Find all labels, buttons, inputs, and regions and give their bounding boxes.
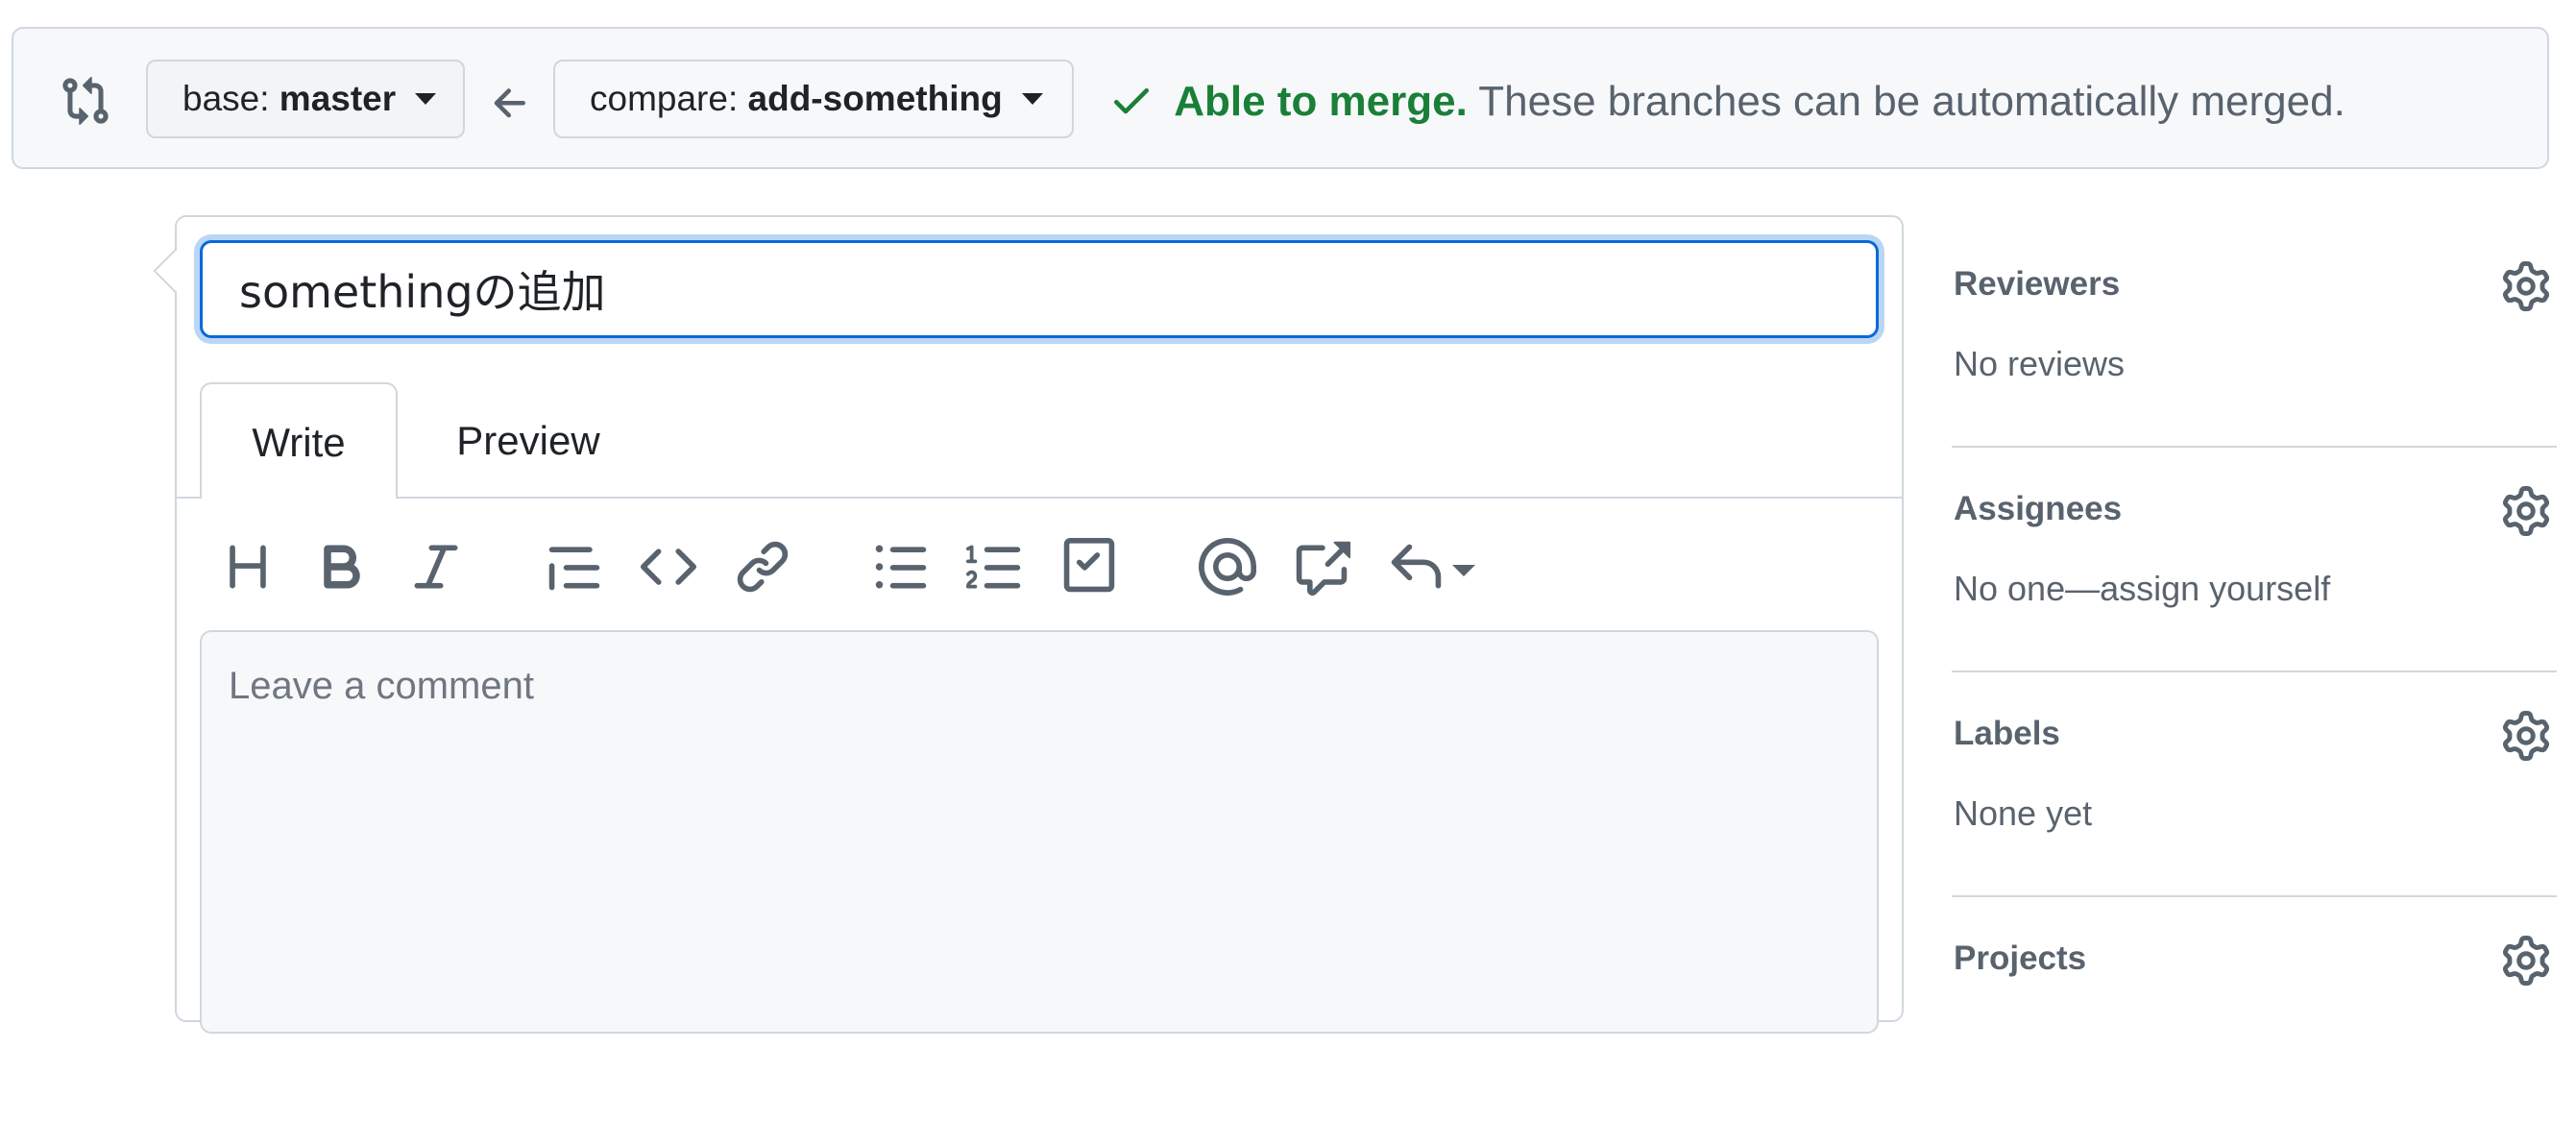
- compare-bar: base: master compare: add-something Able…: [12, 27, 2549, 169]
- bold-icon[interactable]: [313, 538, 371, 596]
- quote-icon[interactable]: [546, 538, 603, 596]
- link-icon[interactable]: [734, 538, 791, 596]
- sidebar-projects-title[interactable]: Projects: [1954, 939, 2086, 978]
- sidebar-assignees-value[interactable]: No one—assign yourself: [1954, 569, 2330, 609]
- reply-icon[interactable]: [1387, 538, 1445, 596]
- sidebar-projects: Projects: [1952, 897, 2557, 1122]
- merge-ok-text: Able to merge.: [1174, 78, 1468, 125]
- task-list-icon[interactable]: [1060, 538, 1118, 596]
- heading-icon[interactable]: [219, 538, 277, 596]
- italic-icon[interactable]: [407, 538, 465, 596]
- gear-icon[interactable]: [2501, 711, 2551, 761]
- base-branch-button[interactable]: base: master: [146, 60, 465, 138]
- compare-branch-label: compare:: [590, 79, 739, 118]
- chevron-down-icon[interactable]: [1452, 565, 1475, 576]
- compare-branch-name: add-something: [747, 79, 1003, 118]
- arrow-left-icon: [488, 81, 534, 127]
- git-compare-icon: [60, 75, 111, 127]
- sidebar-reviewers-title[interactable]: Reviewers: [1954, 265, 2120, 304]
- pr-title-input[interactable]: [200, 240, 1879, 338]
- cross-reference-icon[interactable]: [1293, 538, 1350, 596]
- merge-status: Able to merge. These branches can be aut…: [1108, 73, 2345, 131]
- bulleted-list-icon[interactable]: [872, 538, 930, 596]
- sidebar-reviewers-value: No reviews: [1954, 344, 2126, 383]
- check-icon: [1108, 77, 1154, 123]
- sidebar-labels-value: None yet: [1954, 793, 2093, 833]
- markdown-toolbar: [219, 537, 1564, 597]
- base-branch-label: base:: [182, 79, 270, 118]
- base-branch-name: master: [279, 79, 397, 118]
- sidebar-assignees-title[interactable]: Assignees: [1954, 490, 2122, 528]
- sidebar-reviewers: Reviewers No reviews: [1952, 223, 2557, 448]
- chevron-down-icon: [415, 93, 437, 106]
- compare-branch-button[interactable]: compare: add-something: [553, 60, 1074, 138]
- tab-write[interactable]: Write: [200, 382, 398, 499]
- mention-icon[interactable]: [1198, 537, 1256, 597]
- numbered-list-icon[interactable]: [966, 538, 1024, 596]
- gear-icon[interactable]: [2501, 936, 2551, 986]
- pr-sidebar: Reviewers No reviews Assignees No one—as…: [1952, 223, 2557, 1122]
- sidebar-assignees: Assignees No one—assign yourself: [1952, 448, 2557, 672]
- comment-textarea[interactable]: [200, 630, 1879, 1034]
- merge-message: These branches can be automatically merg…: [1478, 78, 2345, 125]
- tab-preview[interactable]: Preview: [423, 382, 634, 499]
- sidebar-labels-title[interactable]: Labels: [1954, 715, 2060, 753]
- sidebar-labels: Labels None yet: [1952, 672, 2557, 897]
- gear-icon[interactable]: [2501, 486, 2551, 536]
- gear-icon[interactable]: [2501, 261, 2551, 311]
- code-icon[interactable]: [640, 538, 697, 596]
- chevron-down-icon: [1021, 93, 1043, 106]
